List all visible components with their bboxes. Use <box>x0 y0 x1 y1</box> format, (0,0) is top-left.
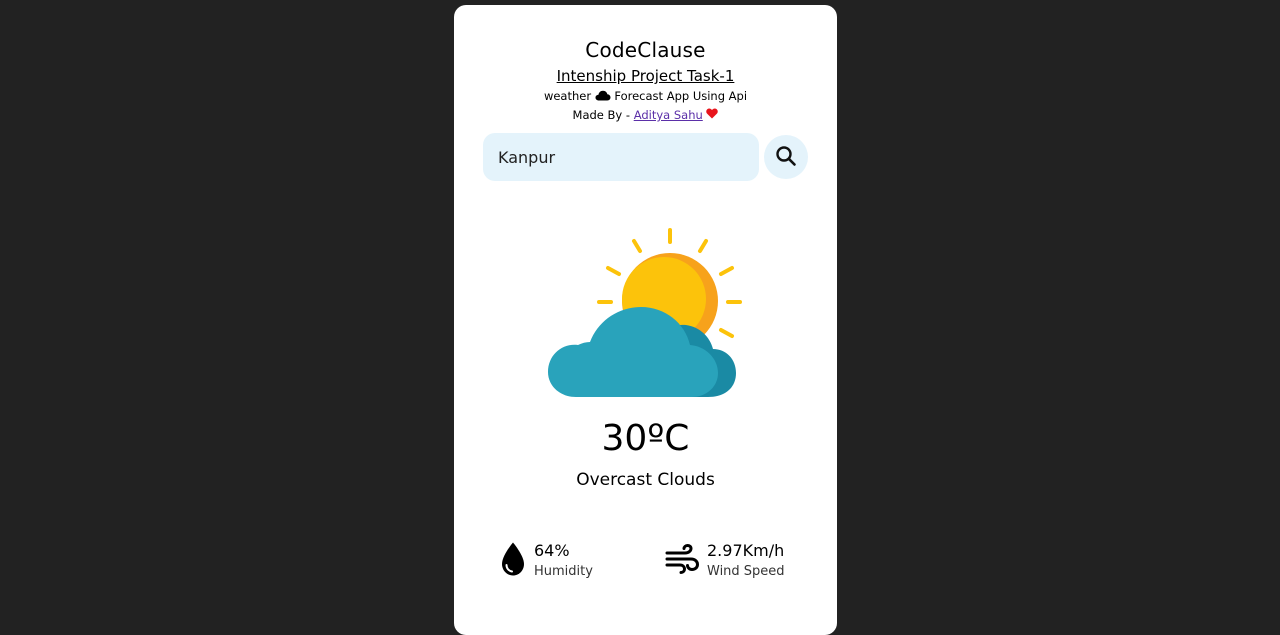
sun-behind-cloud-icon <box>546 227 746 399</box>
wind-text: 2.97Km/h Wind Speed <box>707 541 785 581</box>
search-icon <box>775 145 797 170</box>
weather-description: Overcast Clouds <box>576 470 715 490</box>
wind-speed-label: Wind Speed <box>707 564 785 579</box>
city-search-input[interactable] <box>483 133 759 181</box>
subtitle: weather Forecast App Using Api <box>454 89 837 104</box>
wind-icon <box>665 543 700 578</box>
header: CodeClause Intenship Project Task-1 weat… <box>454 39 837 122</box>
humidity-text: 64% Humidity <box>534 541 593 581</box>
author-link[interactable]: Aditya Sahu <box>634 108 703 122</box>
wind-stat: 2.97Km/h Wind Speed <box>665 541 785 581</box>
made-by: Made By - Aditya Sahu <box>454 108 837 122</box>
subtitle-rest: Forecast App Using Api <box>614 89 748 103</box>
subtitle-lead: weather <box>543 89 592 103</box>
wind-speed-value: 2.97Km/h <box>707 541 785 560</box>
brand-title: CodeClause <box>585 38 706 62</box>
weather-card: CodeClause Intenship Project Task-1 weat… <box>454 5 837 635</box>
humidity-stat: 64% Humidity <box>500 541 593 581</box>
humidity-value: 64% <box>534 541 570 560</box>
task-title: Intenship Project Task-1 <box>556 67 735 85</box>
humidity-label: Humidity <box>534 564 593 579</box>
made-by-prefix: Made By - <box>572 108 631 122</box>
temperature-value: 30ºC <box>601 418 690 459</box>
search-button[interactable] <box>764 135 808 179</box>
cloud-icon <box>595 90 611 104</box>
heart-icon <box>706 108 719 122</box>
water-drop-icon <box>500 541 526 581</box>
